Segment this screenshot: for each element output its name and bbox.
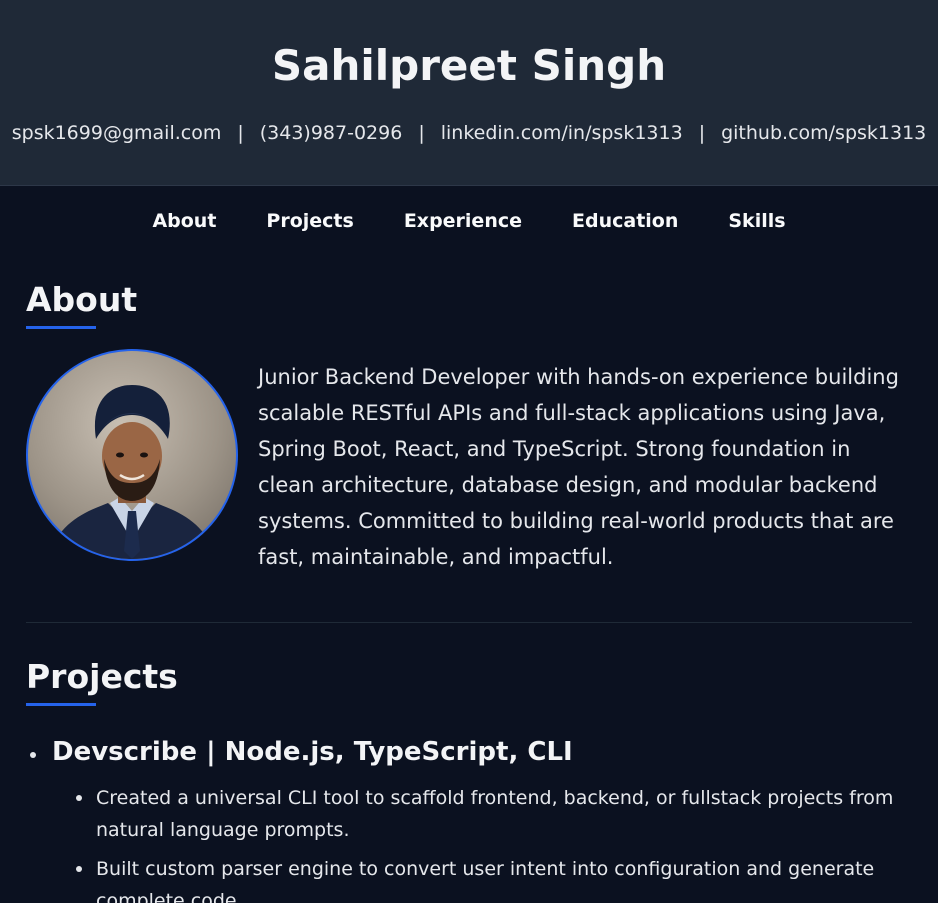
main-nav: About Projects Experience Education Skil… [0, 210, 938, 232]
projects-heading: Projects [26, 657, 178, 696]
nav-skills[interactable]: Skills [728, 210, 785, 232]
projects-section: Projects Devscribe | Node.js, TypeScript… [0, 657, 938, 903]
project-list: Devscribe | Node.js, TypeScript, CLI Cre… [26, 736, 912, 903]
site-header: Sahilpreet Singh spsk1699@gmail.com | (3… [0, 0, 938, 186]
about-heading: About [26, 280, 138, 319]
about-text: Junior Backend Developer with hands-on e… [258, 365, 899, 569]
avatar [26, 349, 238, 561]
project-title: Devscribe | Node.js, TypeScript, CLI [52, 737, 573, 767]
project-bullets: Created a universal CLI tool to scaffold… [52, 782, 912, 903]
nav-projects[interactable]: Projects [266, 210, 353, 232]
page-title: Sahilpreet Singh [271, 41, 667, 90]
linkedin-link[interactable]: linkedin.com/in/spsk1313 [441, 122, 683, 144]
heading-underline [26, 703, 96, 706]
about-section: About Junior Backend Developer with hand… [0, 280, 938, 623]
contact-bar: spsk1699@gmail.com | (343)987-0296 | lin… [0, 122, 938, 144]
separator: | [418, 122, 425, 144]
phone-link[interactable]: (343)987-0296 [260, 122, 403, 144]
list-item: Built custom parser engine to convert us… [52, 853, 938, 903]
list-item: Created a universal CLI tool to scaffold… [52, 782, 938, 846]
nav-experience[interactable]: Experience [404, 210, 522, 232]
heading-underline [26, 326, 96, 329]
separator: | [698, 122, 706, 144]
separator: | [237, 122, 244, 144]
section-divider [26, 622, 912, 623]
github-link[interactable]: github.com/spsk1313 [721, 122, 926, 144]
email-link[interactable]: spsk1699@gmail.com [12, 122, 222, 144]
person-icon [48, 385, 216, 559]
nav-about[interactable]: About [152, 210, 216, 232]
project-item: Devscribe | Node.js, TypeScript, CLI Cre… [26, 736, 912, 903]
nav-education[interactable]: Education [572, 210, 678, 232]
